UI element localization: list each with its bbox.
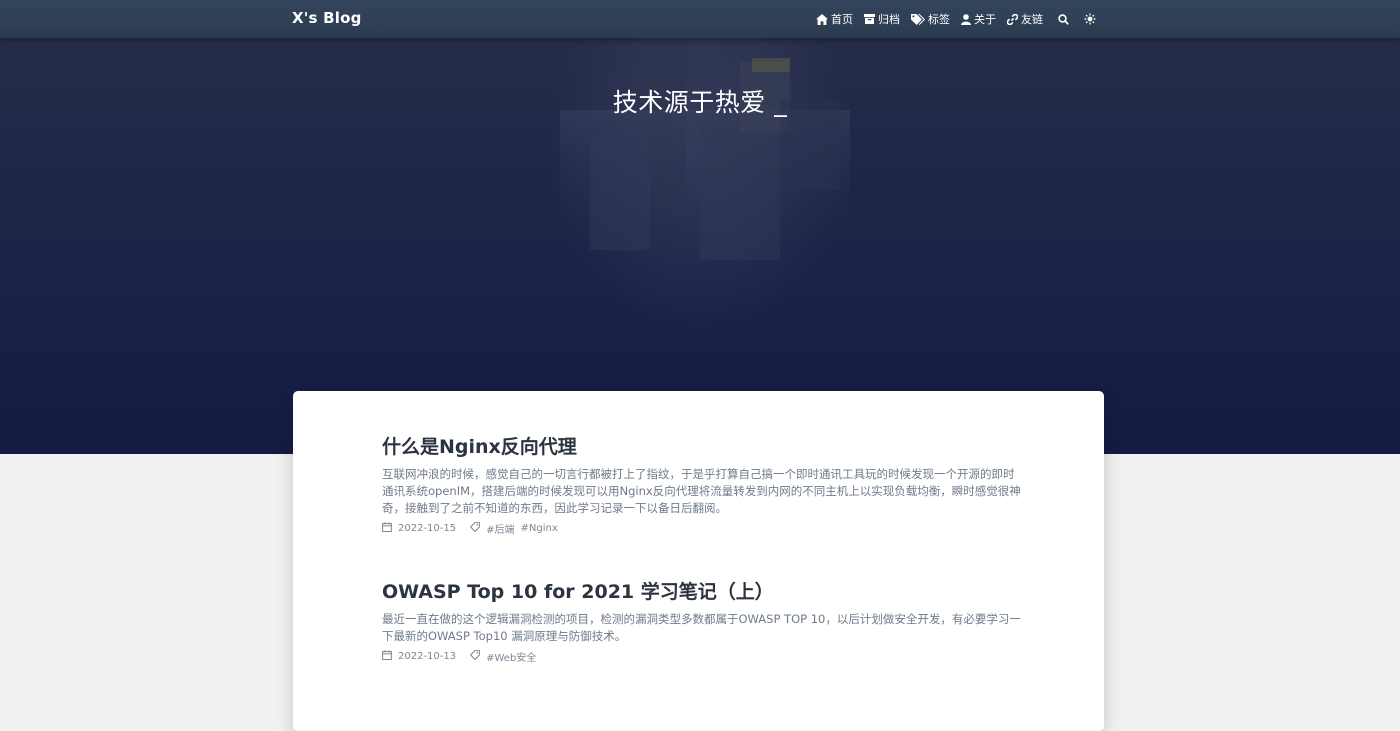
post-date: 2022-10-15 [382,522,456,535]
site-brand[interactable]: X's Blog [292,9,362,27]
tag-link[interactable]: #后端 [486,521,514,536]
tag-icon [470,522,481,535]
nav-label-links: 友链 [1021,13,1043,26]
nav-item-home[interactable]: 首页 [816,11,853,27]
post-tags: #后端 #Nginx [470,521,558,536]
post-title-link[interactable]: OWASP Top 10 for 2021 学习笔记（上） [382,577,1022,604]
search-icon [1058,10,1069,29]
link-icon [1007,13,1018,25]
post-item: 什么是Nginx反向代理 互联网冲浪的时候，感觉自己的一切言行都被打上了指纹，于… [382,432,1022,536]
hero-banner: 技术源于热爱 _ [0,0,1400,454]
tag-link[interactable]: #Web安全 [486,649,536,664]
post-meta: 2022-10-15 #后端 #Nginx [382,521,1022,536]
nav-item-links[interactable]: 友链 [1007,11,1043,27]
home-icon [816,13,828,25]
tag-link[interactable]: #Nginx [521,523,558,534]
nav-item-about[interactable]: 关于 [961,11,996,27]
user-icon [961,13,971,25]
top-navbar: X's Blog 首页 归档 标签 关于 友链 [0,0,1400,38]
post-list-card: 什么是Nginx反向代理 互联网冲浪的时候，感觉自己的一切言行都被打上了指纹，于… [293,391,1104,731]
post-date: 2022-10-13 [382,650,456,663]
post-summary: 互联网冲浪的时候，感觉自己的一切言行都被打上了指纹，于是乎打算自己搞一个即时通讯… [382,467,1021,515]
post-summary: 最近一直在做的这个逻辑漏洞检测的项目，检测的漏洞类型多数都属于OWASP TOP… [382,612,1021,643]
tag-icon [470,650,481,663]
post-tags: #Web安全 [470,649,536,664]
calendar-icon [382,650,392,663]
hero-background-image [560,38,850,260]
hero-title: 技术源于热爱 _ [612,88,788,117]
archive-icon [864,14,875,24]
post-date-text: 2022-10-15 [398,523,457,534]
nav-item-tags[interactable]: 标签 [911,11,950,27]
search-button[interactable] [1058,10,1069,29]
nav-label-about: 关于 [974,13,996,26]
nav-label-archive: 归档 [878,13,900,26]
calendar-icon [382,522,392,535]
post-item: OWASP Top 10 for 2021 学习笔记（上） 最近一直在做的这个逻… [382,577,1022,664]
nav-item-archive[interactable]: 归档 [864,11,900,27]
theme-toggle-button[interactable] [1084,10,1096,29]
nav-links: 首页 归档 标签 关于 友链 [816,0,1096,38]
post-date-text: 2022-10-13 [398,651,457,662]
post-title-link[interactable]: 什么是Nginx反向代理 [382,432,1022,459]
nav-label-home: 首页 [831,13,853,26]
nav-label-tags: 标签 [928,13,950,26]
post-meta: 2022-10-13 #Web安全 [382,649,1022,664]
tags-icon [911,13,925,25]
sun-icon [1084,10,1096,29]
